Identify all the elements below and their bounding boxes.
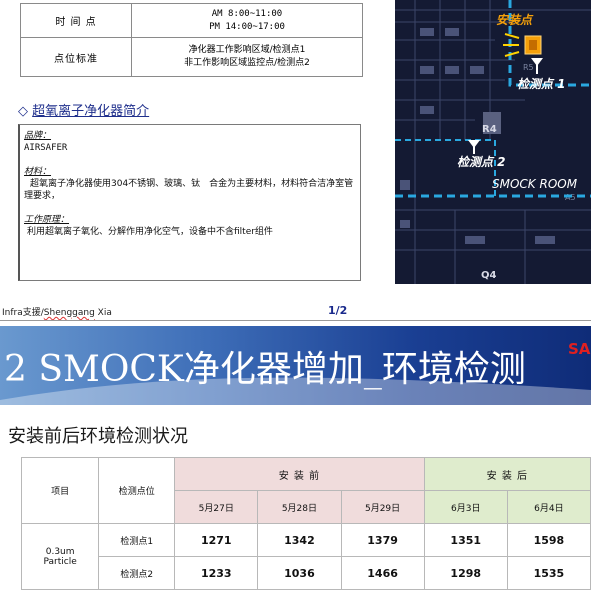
item-line-2: Particle [43, 556, 77, 567]
time-point-value: AM 8:00~11:00 PM 14:00~17:00 [131, 3, 363, 38]
author-suffix: Xia [94, 308, 112, 318]
floor-plan-map: R4 Q4 R5 A5 安装点 检测点 1 检测点 2 SMOCK ROOM [395, 0, 591, 284]
install-point-label: 安装点 [496, 13, 534, 27]
smock-room-label: SMOCK ROOM [492, 177, 578, 191]
intro-heading-text: 超氧离子净化器简介 [32, 104, 150, 119]
section-title: 安装前后环境检测状况 [8, 426, 188, 447]
table-row: 点位标准 净化器工作影响区域/检测点1 非工作影响区域监控点/检测点2 [20, 37, 363, 77]
time-am: AM 8:00~11:00 [211, 8, 283, 19]
point-cell: 检测点2 [98, 556, 176, 590]
value-cell: 1379 [340, 523, 425, 557]
col-item-header: 项目 [20, 457, 100, 524]
value-cell: 1598 [506, 523, 591, 557]
value-cell: 1351 [423, 523, 508, 557]
slide-title: 2 SMOCK净化器增加_环境检测 [4, 349, 526, 390]
tag-r5: R5 [523, 63, 534, 72]
brand-logo: SA [568, 340, 591, 358]
point-standard-label: 点位标准 [20, 37, 132, 77]
table-row: 时 间 点 AM 8:00~11:00 PM 14:00~17:00 [20, 3, 363, 38]
material-label: 材料： [24, 167, 52, 177]
value-cell: 1298 [423, 556, 508, 590]
point-cell: 检测点1 [98, 523, 176, 557]
value-cell: 1535 [506, 556, 591, 590]
value-cell: 1036 [257, 556, 342, 590]
brand-label: 品牌： [24, 131, 52, 141]
principle-text: 利用超氧离子氧化、分解作用净化空气，设备中不含filter组件 [27, 227, 273, 237]
floor-plan-drawing: R4 Q4 R5 A5 安装点 检测点 1 检测点 2 SMOCK ROOM [395, 0, 591, 284]
date-header: 5月29日 [340, 490, 425, 524]
item-cell: 0.3um Particle [20, 523, 100, 590]
group-before-header: 安 装 前 [174, 457, 425, 491]
slide-footer: Infra支援/Shenggang Xia 1/2 [0, 301, 591, 321]
intro-heading: ◇ 超氧离子净化器简介 [18, 100, 149, 119]
principle-label: 工作原理： [24, 215, 70, 225]
material-text: 超氧离子净化器使用304不锈钢、玻璃、钛 合金为主要材料，材料符合洁净室管理要求… [24, 179, 354, 201]
date-header: 5月28日 [257, 490, 342, 524]
value-cell: 1233 [174, 556, 259, 590]
date-header: 6月3日 [423, 490, 508, 524]
detection-point-1-label: 检测点 1 [517, 77, 566, 91]
value-cell: 1271 [174, 523, 259, 557]
time-pm: PM 14:00~17:00 [209, 21, 285, 32]
value-cell: 1342 [257, 523, 342, 557]
time-point-table: 时 间 点 AM 8:00~11:00 PM 14:00~17:00 点位标准 … [20, 3, 363, 77]
environment-test-table: 项目 检测点位 安 装 前 安 装 后 5月27日 5月28日 5月29日 6月… [20, 457, 591, 590]
point-standard-line-2: 非工作影响区域监控点/检测点2 [184, 58, 310, 68]
intro-box: 品牌： AIRSAFER 材料： 超氧离子净化器使用304不锈钢、玻璃、钛 合金… [18, 124, 361, 281]
tag-q4: Q4 [481, 270, 497, 281]
page-number: 1/2 [328, 304, 348, 317]
table-row: 检测点2 1233 1036 1466 1298 1535 [22, 556, 591, 590]
col-point-header: 检测点位 [98, 457, 176, 524]
point-standard-line-1: 净化器工作影响区域/检测点1 [188, 45, 306, 55]
footer-divider [0, 320, 591, 321]
time-point-label: 时 间 点 [20, 3, 132, 38]
diamond-icon: ◇ [18, 104, 28, 119]
value-cell: 1466 [340, 556, 425, 590]
group-after-header: 安 装 后 [423, 457, 591, 491]
date-header: 6月4日 [506, 490, 591, 524]
point-standard-value: 净化器工作影响区域/检测点1 非工作影响区域监控点/检测点2 [131, 37, 363, 77]
table-row: 0.3um Particle 检测点1 1271 1342 1379 1351 … [20, 523, 591, 590]
tag-r4: R4 [482, 124, 497, 135]
author-name: Shenggang [43, 308, 95, 318]
table-row: 项目 检测点位 安 装 前 安 装 后 [20, 457, 591, 524]
brand-value: AIRSAFER [24, 143, 68, 153]
author-prefix: Infra支援/ [2, 308, 44, 318]
date-header: 5月27日 [174, 490, 259, 524]
item-line-1: 0.3um [45, 546, 75, 557]
slide-title-banner: 2 SMOCK净化器增加_环境检测 SA [0, 326, 591, 405]
author-credit: Infra支援/Shenggang Xia [2, 305, 112, 318]
detection-point-2-label: 检测点 2 [457, 155, 506, 169]
